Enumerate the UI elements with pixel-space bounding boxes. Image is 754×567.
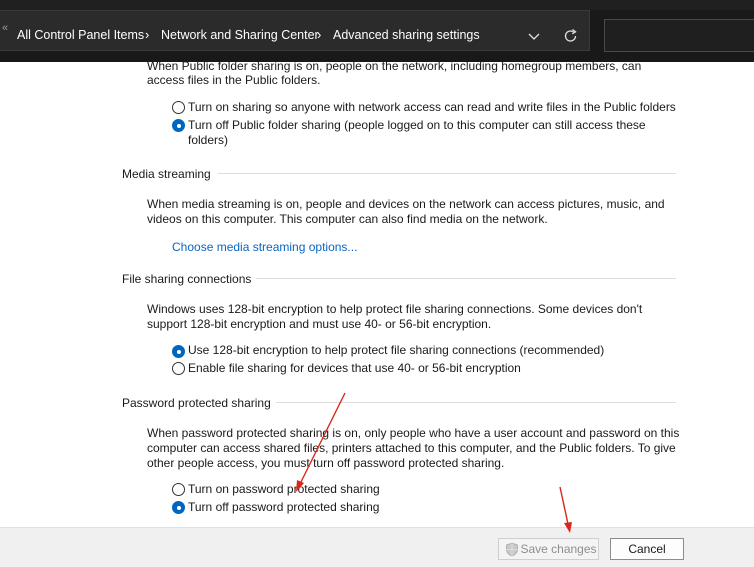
breadcrumb-item-advanced-sharing-settings[interactable]: Advanced sharing settings [333, 28, 480, 42]
encryption-40-56-radio[interactable] [172, 362, 185, 375]
breadcrumb-overflow-icon[interactable]: « [2, 22, 8, 34]
breadcrumb-item-all-control-panel-items[interactable]: All Control Panel Items [17, 28, 144, 42]
breadcrumb-separator-icon[interactable]: › [145, 27, 149, 42]
media-streaming-description-line: videos on this computer. This computer c… [147, 212, 548, 226]
section-divider [218, 173, 676, 174]
save-changes-button[interactable]: Save changes [498, 538, 599, 560]
file-sharing-heading: File sharing connections [122, 272, 252, 286]
cancel-button[interactable]: Cancel [610, 538, 684, 560]
save-changes-label: Save changes [520, 542, 597, 556]
media-streaming-description-line: When media streaming is on, people and d… [147, 197, 665, 211]
media-streaming-options-link[interactable]: Choose media streaming options... [172, 240, 357, 255]
breadcrumb-separator-icon[interactable]: › [317, 27, 321, 42]
settings-content[interactable]: When Public folder sharing is on, people… [0, 62, 754, 527]
search-input[interactable] [604, 19, 754, 52]
password-sharing-description-line: other people access, you must turn off p… [147, 456, 505, 470]
refresh-button[interactable] [560, 22, 582, 50]
chevron-down-icon [528, 33, 540, 40]
public-folder-off-radio[interactable] [172, 119, 185, 132]
section-divider [276, 402, 676, 403]
encryption-128-label[interactable]: Use 128-bit encryption to help protect f… [188, 343, 604, 358]
public-folder-description-line: access files in the Public folders. [147, 73, 321, 87]
media-streaming-heading: Media streaming [122, 167, 211, 181]
password-sharing-description-line: When password protected sharing is on, o… [147, 426, 680, 440]
password-sharing-off-radio[interactable] [172, 501, 185, 514]
breadcrumb-item-network-and-sharing-center[interactable]: Network and Sharing Center [161, 28, 319, 42]
password-sharing-description-line: computer can access shared files, printe… [147, 441, 676, 455]
public-folder-off-label[interactable]: Turn off Public folder sharing (people l… [188, 118, 646, 133]
section-divider [256, 278, 676, 279]
refresh-icon [564, 28, 577, 42]
password-sharing-on-label[interactable]: Turn on password protected sharing [188, 482, 380, 497]
password-sharing-heading: Password protected sharing [122, 396, 271, 410]
shield-icon [506, 542, 518, 557]
title-strip [0, 0, 754, 10]
address-dropdown-button[interactable] [524, 22, 544, 50]
public-folder-on-radio[interactable] [172, 101, 185, 114]
public-folder-off-label-continued[interactable]: folders) [188, 133, 228, 148]
password-sharing-on-radio[interactable] [172, 483, 185, 496]
breadcrumb[interactable]: « All Control Panel Items › Network and … [0, 10, 590, 51]
encryption-128-radio[interactable] [172, 345, 185, 358]
public-folder-on-label[interactable]: Turn on sharing so anyone with network a… [188, 100, 676, 115]
password-sharing-off-label[interactable]: Turn off password protected sharing [188, 500, 379, 515]
file-sharing-description-line: support 128-bit encryption and must use … [147, 317, 492, 331]
encryption-40-56-label[interactable]: Enable file sharing for devices that use… [188, 361, 521, 376]
file-sharing-description-line: Windows uses 128-bit encryption to help … [147, 302, 643, 316]
footer-bar: Save changes Cancel [0, 527, 754, 567]
